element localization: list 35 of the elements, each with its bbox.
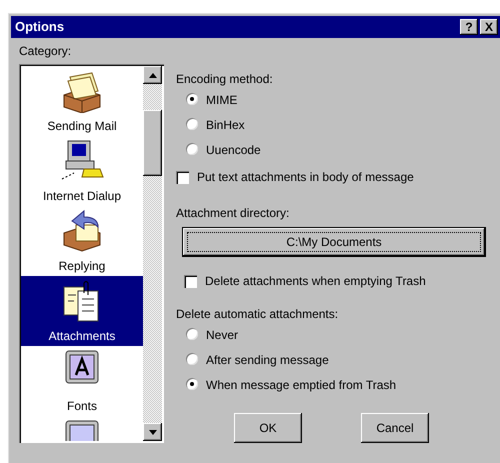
directory-button[interactable]: C:\My Documents [183,228,485,256]
checkbox-label: Put text attachments in body of message [197,170,414,185]
checkbox[interactable] [176,171,189,184]
radio-button[interactable] [186,352,198,365]
radio-button[interactable] [186,143,198,156]
category-item[interactable]: Sending Mail [21,66,143,136]
category-item[interactable]: Replying [21,206,143,276]
help-button[interactable]: ? [460,19,478,35]
category-item[interactable]: Attachments [21,276,143,346]
window-title: Options [15,19,64,35]
radio-label: MIME [206,93,238,108]
category-label: Category: [19,44,72,58]
category-item[interactable]: Internet Dialup [21,136,143,206]
category-item[interactable]: Fonts [21,346,143,416]
radio-button[interactable] [186,378,198,390]
group-label: Delete automatic attachments: [176,306,340,321]
scroll-up-icon[interactable] [143,66,162,84]
radio-label: Never [206,328,238,342]
ok-button[interactable]: OK [234,412,302,443]
group-label: Encoding method: [176,72,274,86]
scrollbar[interactable] [143,66,162,442]
group-label: Attachment directory: [176,206,290,220]
radio-label: Uuencode [206,143,261,158]
checkbox-label: Delete attachments when emptying Trash [205,274,426,289]
scroll-thumb[interactable] [143,110,162,176]
radio-label: When message emptied from Trash [206,378,396,392]
radio-button[interactable] [186,328,198,340]
radio-button[interactable] [186,93,198,106]
cancel-button[interactable]: Cancel [361,412,429,443]
scroll-down-icon[interactable] [143,423,162,442]
radio-button[interactable] [186,118,198,130]
close-button[interactable]: X [480,19,498,35]
radio-label: BinHex [206,118,245,133]
radio-label: After sending message [206,352,329,368]
checkbox[interactable] [184,274,197,288]
